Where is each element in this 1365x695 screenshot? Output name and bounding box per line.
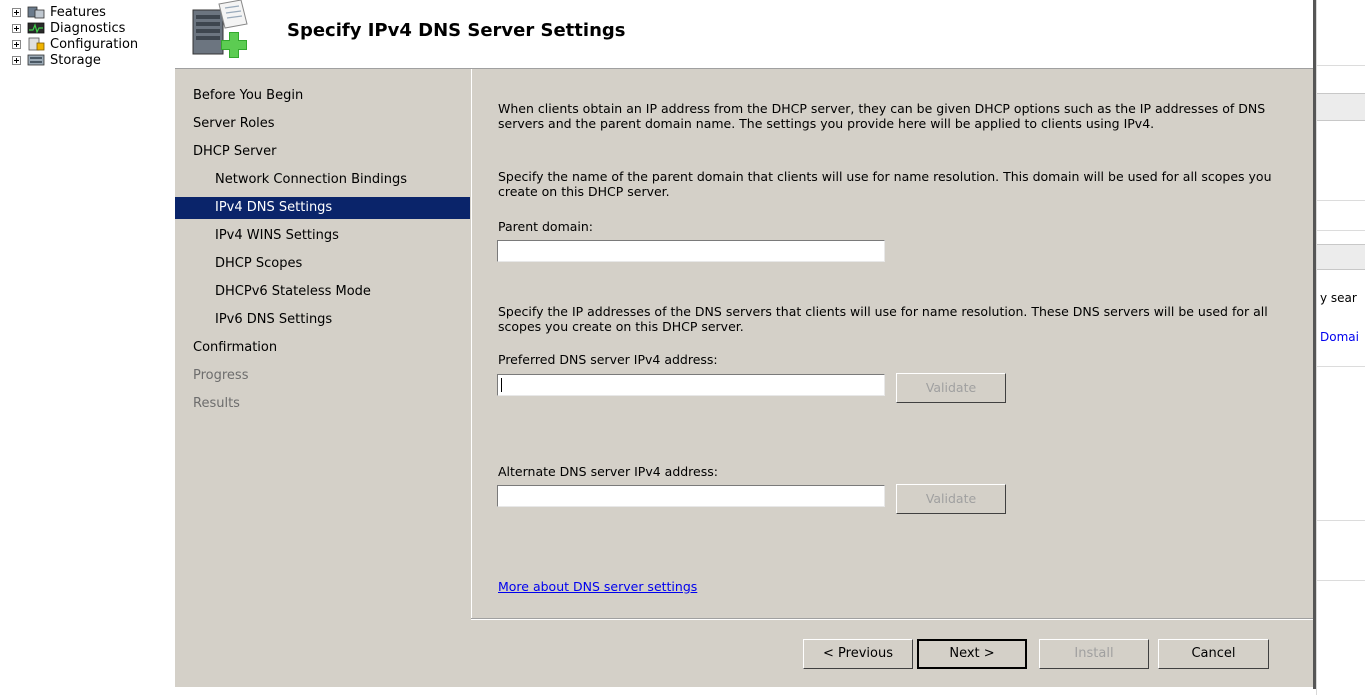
server-manager-tree: Features Diagnostics Configuration Stora… [0, 0, 175, 695]
divider [1317, 366, 1365, 367]
validate-alternate-button[interactable]: Validate [896, 484, 1006, 514]
step-ipv6-dns-settings[interactable]: IPv6 DNS Settings [175, 309, 470, 331]
tree-item-features[interactable]: Features [12, 4, 106, 20]
step-before-you-begin[interactable]: Before You Begin [175, 85, 470, 107]
background-right-pane: y sear Domai [1316, 0, 1365, 695]
step-server-roles[interactable]: Server Roles [175, 113, 470, 135]
partial-link[interactable]: Domai [1320, 330, 1359, 344]
configuration-icon [28, 37, 45, 51]
section-header [1317, 93, 1365, 121]
tree-item-label: Configuration [50, 36, 139, 52]
preferred-dns-input[interactable] [497, 374, 885, 396]
step-results: Results [193, 396, 240, 411]
storage-icon [27, 54, 45, 66]
step-ipv4-dns-settings[interactable]: IPv4 DNS Settings [175, 197, 470, 219]
dns-instructions: Specify the IP addresses of the DNS serv… [498, 304, 1268, 334]
step-ipv4-wins-settings[interactable]: IPv4 WINS Settings [175, 225, 470, 247]
step-dhcp-server[interactable]: DHCP Server [175, 141, 470, 163]
expand-icon[interactable] [12, 7, 21, 17]
page-title: Specify IPv4 DNS Server Settings [287, 20, 626, 41]
footer-divider-highlight [471, 619, 1313, 620]
tree-item-label: Diagnostics [50, 20, 126, 36]
divider [1317, 580, 1365, 581]
expand-icon[interactable] [12, 55, 21, 65]
domain-instructions: Specify the name of the parent domain th… [498, 169, 1272, 199]
expand-icon[interactable] [12, 39, 21, 49]
expand-icon[interactable] [12, 23, 21, 33]
diagnostics-icon [27, 22, 45, 34]
preferred-dns-label: Preferred DNS server IPv4 address: [498, 352, 718, 367]
validate-preferred-button[interactable]: Validate [896, 373, 1006, 403]
intro-text: When clients obtain an IP address from t… [498, 101, 1266, 131]
divider [1317, 230, 1365, 231]
parent-domain-label: Parent domain: [498, 219, 594, 234]
divider [1317, 200, 1365, 201]
step-dhcp-scopes[interactable]: DHCP Scopes [175, 253, 470, 275]
cancel-button[interactable]: Cancel [1158, 639, 1269, 669]
wizard-header: Specify IPv4 DNS Server Settings [175, 0, 1313, 69]
divider [1317, 520, 1365, 521]
step-confirmation[interactable]: Confirmation [175, 337, 470, 359]
features-icon [27, 6, 45, 19]
step-network-connection-bindings[interactable]: Network Connection Bindings [175, 169, 470, 191]
partial-text: y sear [1320, 291, 1357, 305]
alternate-dns-input[interactable] [497, 485, 885, 507]
more-about-dns-link[interactable]: More about DNS server settings [498, 579, 697, 594]
wizard-content: When clients obtain an IP address from t… [471, 69, 1314, 618]
step-dhcpv6-stateless-mode[interactable]: DHCPv6 Stateless Mode [175, 281, 470, 303]
bottom-strip [175, 687, 1313, 695]
divider [1317, 65, 1365, 66]
next-button[interactable]: Next > [917, 639, 1027, 669]
parent-domain-input[interactable] [497, 240, 885, 262]
tree-item-diagnostics[interactable]: Diagnostics [12, 20, 125, 36]
text-caret [501, 378, 502, 392]
tree-item-label: Storage [50, 52, 101, 68]
install-button: Install [1039, 639, 1149, 669]
tree-item-label: Features [50, 4, 106, 20]
section-header [1317, 244, 1365, 270]
add-roles-wizard-dialog: Specify IPv4 DNS Server Settings Before … [175, 0, 1316, 689]
alternate-dns-label: Alternate DNS server IPv4 address: [498, 464, 718, 479]
tree-item-configuration[interactable]: Configuration [12, 36, 138, 52]
tree-item-storage[interactable]: Storage [12, 52, 101, 68]
server-add-icon [192, 0, 248, 58]
wizard-step-list: Before You Begin Server Roles DHCP Serve… [175, 69, 470, 687]
step-progress: Progress [193, 368, 249, 383]
previous-button[interactable]: < Previous [803, 639, 913, 669]
